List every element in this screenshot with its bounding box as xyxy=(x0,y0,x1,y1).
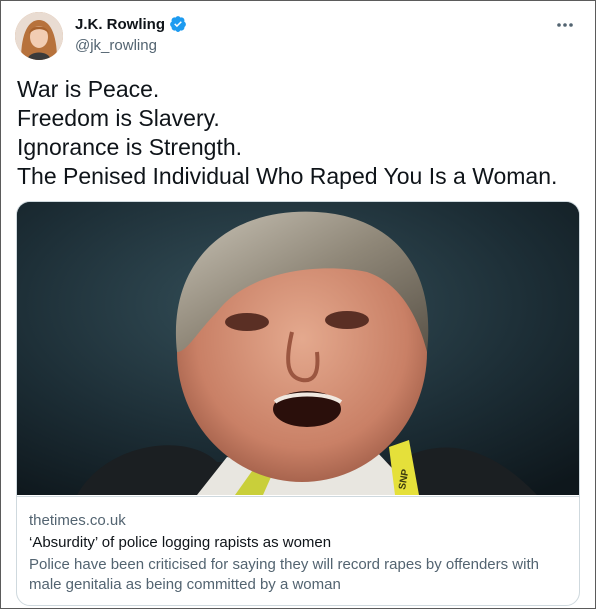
author-handle[interactable]: @jk_rowling xyxy=(75,37,157,54)
author-name-row: J.K. Rowling xyxy=(75,15,187,33)
avatar-image xyxy=(15,12,63,60)
tweet-text: War is Peace. Freedom is Slavery. Ignora… xyxy=(17,75,577,191)
card-image: SNP xyxy=(17,202,579,495)
author-avatar[interactable] xyxy=(15,12,63,60)
card-info: thetimes.co.uk ‘Absurdity’ of police log… xyxy=(17,496,579,605)
tweet-line: Ignorance is Strength. xyxy=(17,134,243,160)
more-options-button[interactable] xyxy=(551,11,579,39)
tweet-card: J.K. Rowling @jk_rowling War is Peace. F… xyxy=(0,0,596,609)
more-horizontal-icon xyxy=(557,23,573,27)
tweet-line: Freedom is Slavery. xyxy=(17,105,220,131)
card-headline: ‘Absurdity’ of police logging rapists as… xyxy=(29,534,332,551)
author-name[interactable]: J.K. Rowling xyxy=(75,16,165,33)
link-preview-card[interactable]: SNP thetimes.co.uk ‘Absurdity’ of police… xyxy=(16,201,580,606)
tweet-line: The Penised Individual Who Raped You Is … xyxy=(17,163,558,189)
card-domain: thetimes.co.uk xyxy=(29,512,126,529)
card-photo: SNP xyxy=(17,202,579,495)
tweet-line: War is Peace. xyxy=(17,76,160,102)
card-description: Police have been criticised for saying t… xyxy=(29,556,539,593)
verified-badge-icon xyxy=(170,16,186,32)
